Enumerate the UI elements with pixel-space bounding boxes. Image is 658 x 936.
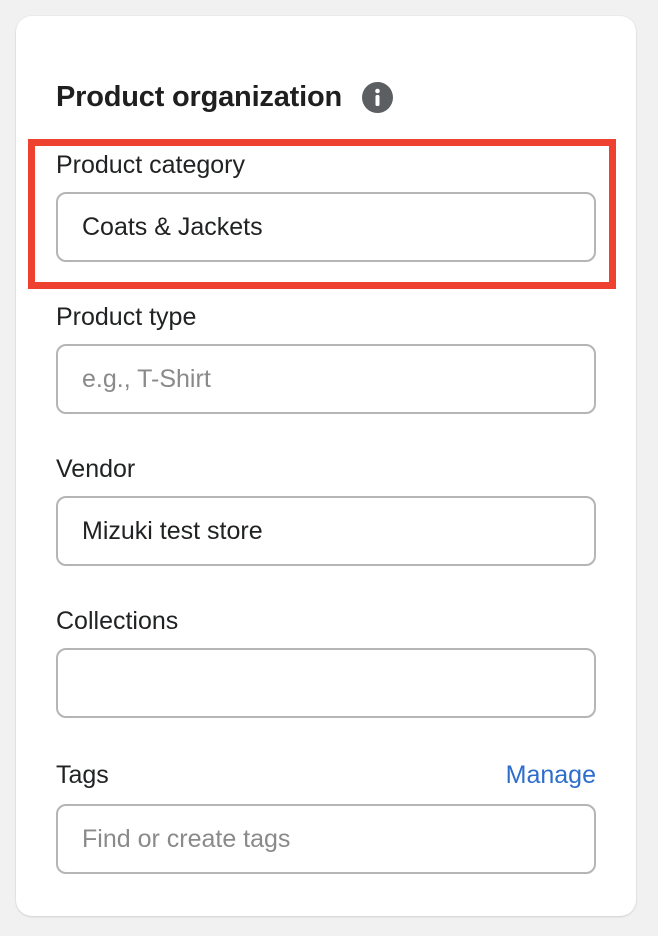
info-icon[interactable] [362, 81, 394, 113]
product-type-label: Product type [56, 303, 197, 331]
vendor-label: Vendor [56, 455, 136, 483]
card-title: Product organization [56, 80, 343, 113]
vendor-input[interactable] [56, 496, 596, 566]
product-type-input[interactable] [56, 344, 596, 414]
product-organization-card: Product organization Product category Pr… [16, 16, 636, 916]
tags-input[interactable] [56, 804, 596, 874]
collections-label: Collections [56, 607, 179, 635]
info-icon-glyph [375, 88, 380, 106]
collections-input[interactable] [56, 648, 596, 718]
product-category-input[interactable] [56, 192, 596, 262]
manage-tags-link[interactable]: Manage [506, 761, 596, 790]
card-header: Product organization [56, 78, 394, 116]
tags-label: Tags [56, 761, 109, 789]
product-category-label: Product category [56, 151, 245, 179]
